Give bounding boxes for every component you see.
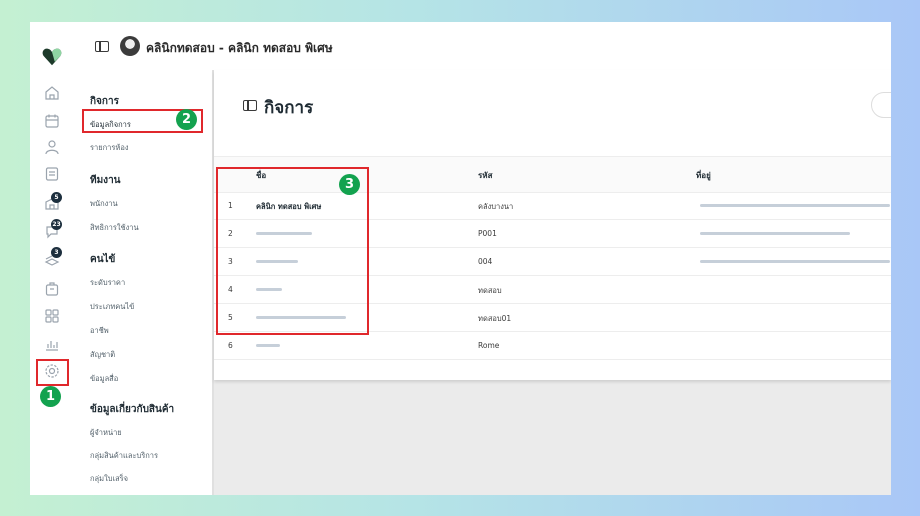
column-address[interactable]: ที่อยู่: [696, 169, 711, 182]
sidebar-item-patient-type[interactable]: ประเภทคนไข้: [90, 301, 134, 313]
row-code: Rome: [478, 341, 500, 350]
app-window: 5 23 3 คลินิกทดสอบ - คลินิก ทดสอบ พิเศษ …: [30, 22, 891, 495]
settings-sidebar: กิจการ ข้อมูลกิจการ รายการห้อง ทีมงาน พน…: [76, 70, 214, 495]
box-icon[interactable]: [43, 280, 61, 298]
logo-heart-icon[interactable]: [41, 46, 63, 68]
row-index: 6: [228, 341, 233, 350]
step-badge-3: 3: [339, 174, 360, 195]
row-code: P001: [478, 229, 497, 238]
sidebar-item-price-level[interactable]: ระดับราคา: [90, 277, 125, 289]
top-bar: คลินิกทดสอบ - คลินิก ทดสอบ พิเศษ: [76, 22, 891, 71]
sidebar-item-nationality[interactable]: สัญชาติ: [90, 349, 115, 361]
redacted-name: [256, 344, 280, 347]
user-icon[interactable]: [43, 138, 61, 156]
panel-icon: [243, 100, 257, 111]
notification-badge: 5: [51, 192, 62, 203]
page-title: คลินิกทดสอบ - คลินิก ทดสอบ พิเศษ: [146, 41, 333, 55]
sidebar-item-receipt-group[interactable]: กลุ่มใบเสร็จ: [90, 473, 128, 485]
section-heading: กิจการ: [264, 98, 314, 118]
column-code[interactable]: รหัส: [478, 169, 492, 182]
step-badge-1: 1: [40, 386, 61, 407]
calendar-icon[interactable]: [43, 112, 61, 130]
chart-icon[interactable]: [43, 335, 61, 353]
notification-badge: 23: [51, 219, 62, 230]
sidebar-item-room-list[interactable]: รายการห้อง: [90, 142, 129, 154]
redacted-address: [700, 232, 850, 235]
sidebar-item-staff[interactable]: พนักงาน: [90, 198, 118, 210]
grid-icon[interactable]: [43, 307, 61, 325]
sidebar-item-product-group[interactable]: กลุ่มสินค้าและบริการ: [90, 450, 158, 462]
sidebar-item-permissions[interactable]: สิทธิการใช้งาน: [90, 222, 139, 234]
sidebar-item-media[interactable]: ข้อมูลสื่อ: [90, 373, 118, 385]
sidebar-item-occupation[interactable]: อาชีพ: [90, 325, 109, 337]
sidebar-section-product: ข้อมูลเกี่ยวกับสินค้า: [90, 404, 175, 415]
form-icon[interactable]: [43, 165, 61, 183]
row-code: ทดสอบ: [478, 286, 502, 295]
row-code: ทดสอบ01: [478, 314, 512, 323]
sidebar-section-business: กิจการ: [90, 96, 119, 107]
search-input[interactable]: [871, 92, 891, 118]
sidebar-toggle-icon[interactable]: [95, 41, 109, 52]
step-badge-2: 2: [176, 109, 197, 130]
icon-rail: 5 23 3: [30, 22, 77, 495]
table-row[interactable]: 6 Rome: [214, 331, 891, 360]
row-code: 004: [478, 257, 493, 266]
highlight-settings: [36, 359, 69, 386]
row-code: คลังบางนา: [478, 202, 514, 211]
sidebar-section-team: ทีมงาน: [90, 175, 121, 186]
redacted-address: [700, 260, 890, 263]
sidebar-section-patient: คนไข้: [90, 254, 116, 265]
clinic-avatar: [120, 36, 140, 56]
redacted-address: [700, 204, 890, 207]
home-icon[interactable]: [43, 84, 61, 102]
notification-badge: 3: [51, 247, 62, 258]
sidebar-item-supplier[interactable]: ผู้จำหน่าย: [90, 427, 122, 439]
